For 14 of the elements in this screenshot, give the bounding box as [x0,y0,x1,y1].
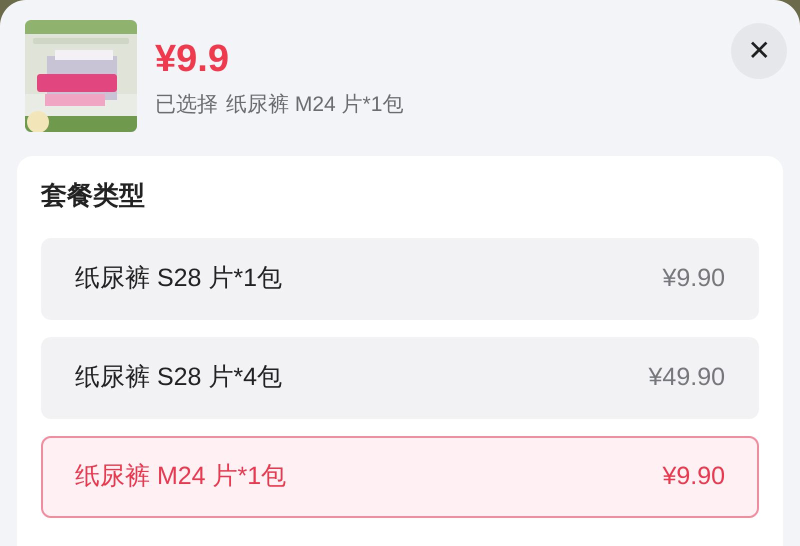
selected-label: 已选择 [155,94,218,115]
selected-value: 纸尿裤 M24 片*1包 [226,94,404,115]
section-title: 套餐类型 [41,182,146,208]
option-name: 纸尿裤 S28 片*4包 [75,362,282,394]
close-button[interactable]: ✕ [731,23,787,79]
option-price: ¥9.90 [662,461,725,492]
package-option[interactable]: 纸尿裤 M24 片*1包 ¥9.90 [41,436,759,518]
package-option[interactable]: 纸尿裤 S28 片*1包 ¥9.90 [41,238,759,320]
option-name: 纸尿裤 S28 片*1包 [75,263,282,294]
price: ¥9.9 [155,40,230,78]
package-option[interactable]: 纸尿裤 S28 片*4包 ¥49.90 [41,337,759,419]
option-price: ¥9.90 [662,263,725,294]
option-name: 纸尿裤 M24 片*1包 [75,461,286,492]
option-price: ¥49.90 [648,362,725,394]
